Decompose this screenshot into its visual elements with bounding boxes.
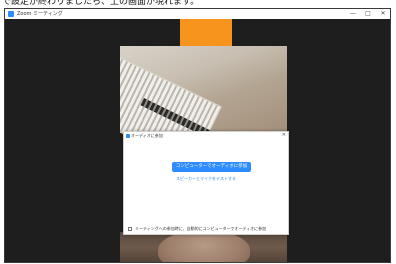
- video-ceiling-area: [120, 46, 287, 168]
- close-window-button[interactable]: ✕: [376, 9, 390, 19]
- join-computer-audio-button[interactable]: コンピューターでオーディオに参加: [172, 162, 251, 172]
- minimize-button[interactable]: —: [346, 9, 360, 19]
- zoom-app-icon: [8, 11, 14, 17]
- window-title: Zoom ミーティング: [17, 11, 63, 17]
- dialog-title: オーディオに参加: [131, 133, 163, 138]
- test-speaker-mic-link[interactable]: スピーカーとマイクをテストする: [124, 176, 288, 182]
- meeting-window: Zoom ミーティング — □ ✕ オーディオに接続 オーディオに参加 ✕ コン…: [4, 8, 391, 263]
- auto-join-label: ミーティングへの参加時に、自動的にコンピューターでオーディオに参加: [135, 226, 267, 231]
- maximize-button[interactable]: □: [361, 9, 375, 19]
- dialog-close-button[interactable]: ✕: [282, 132, 286, 138]
- zoom-dialog-icon: [126, 134, 130, 138]
- join-audio-dialog: オーディオに参加 ✕ コンピューターでオーディオに参加 スピーカーとマイクをテス…: [123, 131, 289, 235]
- dialog-title-row: オーディオに参加: [126, 133, 163, 139]
- instruction-caption: で設定が終わりましたら、上の画面が現れます。: [0, 0, 396, 8]
- caption-text: で設定が終わりましたら、上の画面が現れます。: [2, 0, 200, 7]
- auto-join-checkbox[interactable]: [128, 227, 132, 231]
- title-bar: Zoom ミーティング — □ ✕: [5, 9, 390, 19]
